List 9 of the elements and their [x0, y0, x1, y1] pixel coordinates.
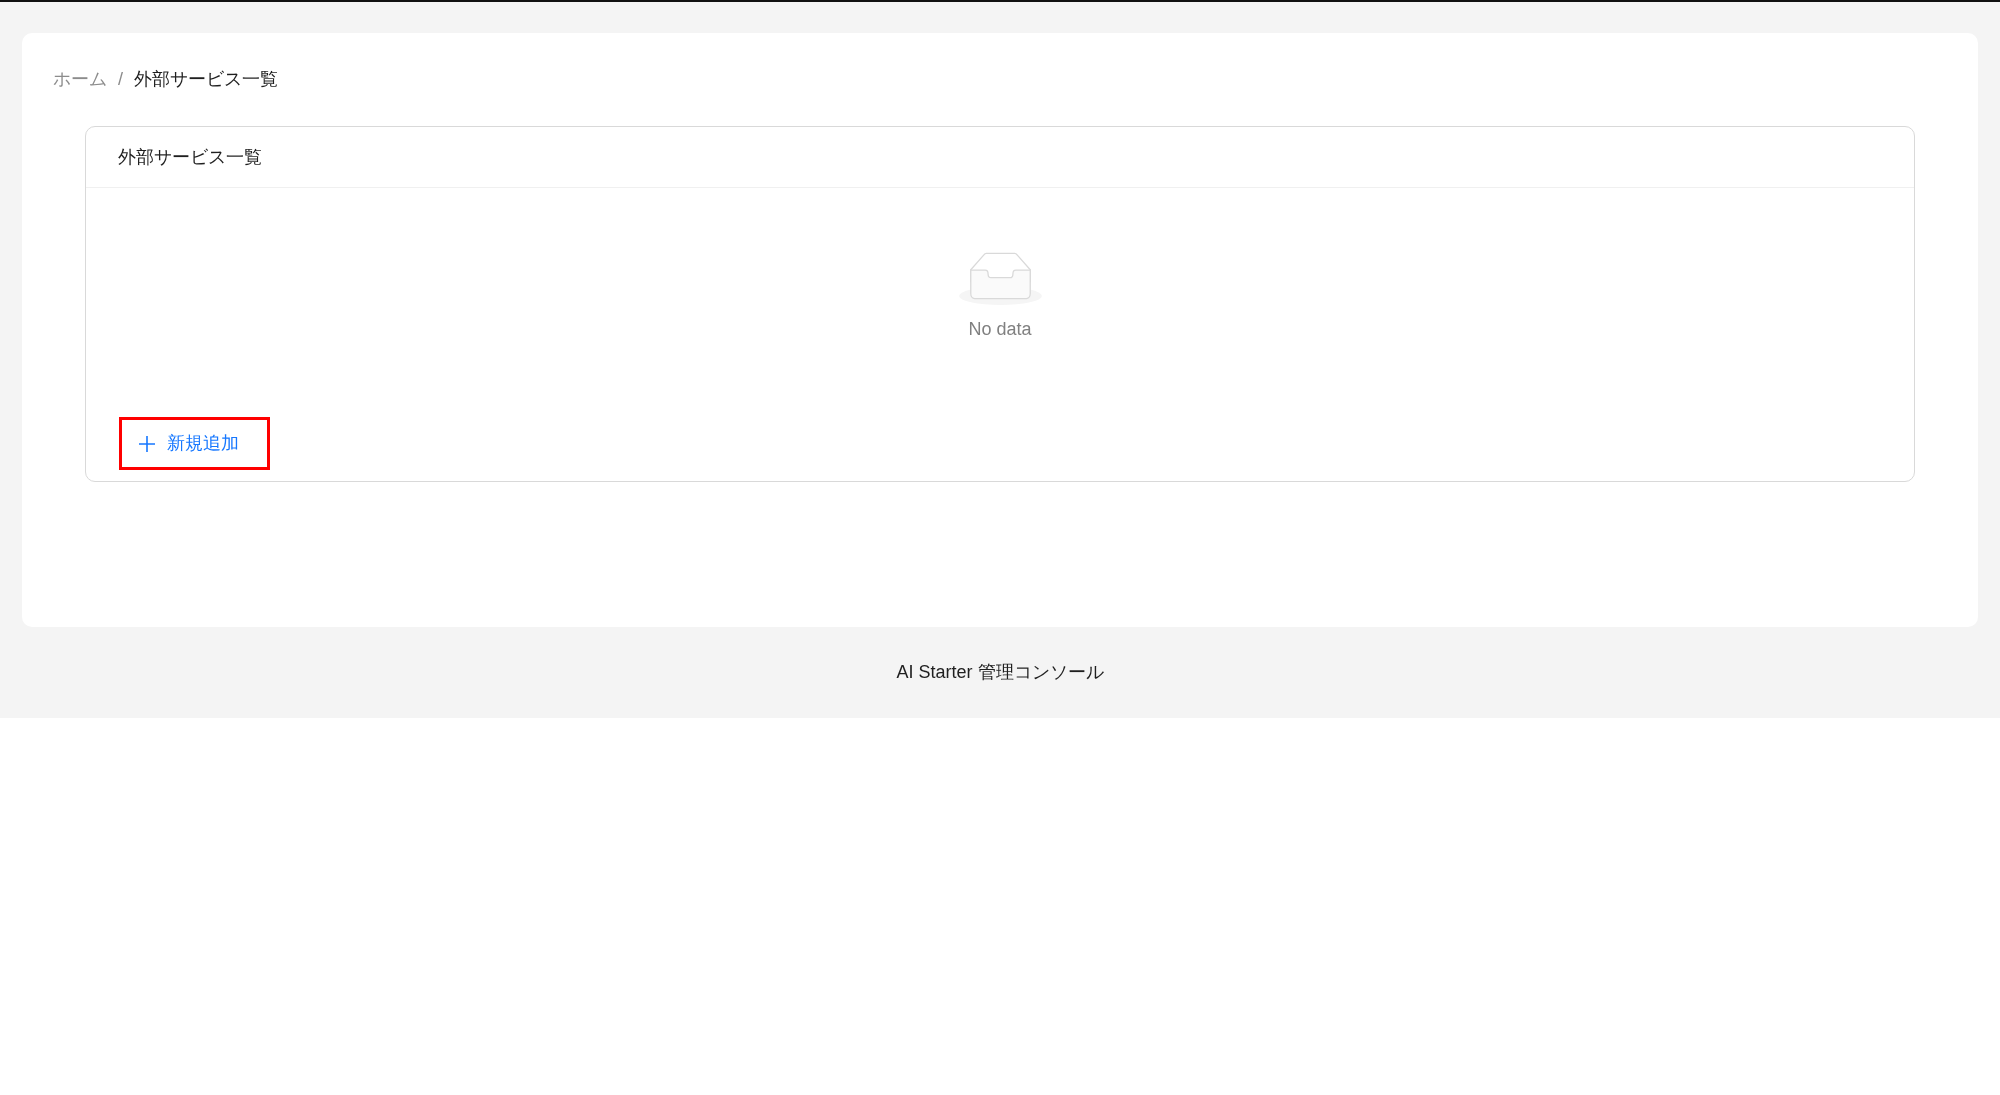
- breadcrumb-link[interactable]: ホーム: [53, 65, 107, 93]
- footer-text: AI Starter 管理コンソール: [896, 661, 1104, 684]
- breadcrumb-current: 外部サービス一覧: [134, 68, 278, 91]
- breadcrumb-separator: /: [118, 68, 123, 91]
- empty-text: No data: [968, 318, 1032, 341]
- add-button[interactable]: 新規追加: [119, 417, 270, 470]
- empty-inbox-icon: [958, 252, 1042, 305]
- plus-icon: [139, 435, 155, 452]
- card-title: 外部サービス一覧: [118, 145, 262, 169]
